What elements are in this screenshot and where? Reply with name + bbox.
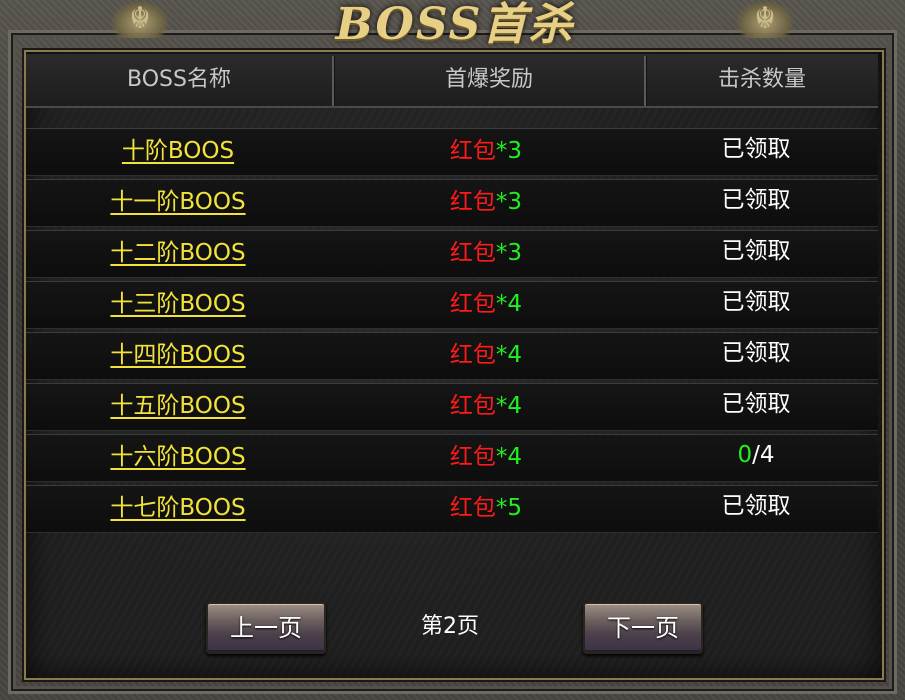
dragon-ornament-right-icon: ☬ bbox=[735, 0, 795, 38]
table-row: 十三阶BOOS 红包*4 已领取 bbox=[26, 281, 878, 329]
reward-item: 红包 bbox=[449, 291, 496, 317]
table-row: 十四阶BOOS 红包*4 已领取 bbox=[26, 332, 878, 380]
claim-status: 已领取 bbox=[721, 289, 791, 315]
reward-cell: 红包*4 bbox=[386, 282, 586, 328]
prev-page-button[interactable]: 上一页 bbox=[206, 602, 326, 654]
reward-item: 红包 bbox=[449, 138, 496, 164]
reward-multiplier: *4 bbox=[495, 291, 523, 317]
table-row: 十一阶BOOS 红包*3 已领取 bbox=[26, 179, 878, 227]
kill-total: /4 bbox=[752, 442, 775, 468]
boss-name-link[interactable]: 十一阶BOOS bbox=[110, 189, 245, 215]
claim-status: 已领取 bbox=[721, 493, 791, 519]
reward-cell: 红包*3 bbox=[386, 231, 586, 277]
table-row: 十五阶BOOS 红包*4 已领取 bbox=[26, 383, 878, 431]
reward-item: 红包 bbox=[449, 240, 496, 266]
reward-item: 红包 bbox=[449, 342, 496, 368]
table-row: 十阶BOOS 红包*3 已领取 bbox=[26, 128, 878, 176]
boss-name-link[interactable]: 十六阶BOOS bbox=[110, 444, 245, 470]
claim-status: 已领取 bbox=[721, 391, 791, 417]
table-row: 十七阶BOOS 红包*5 已领取 bbox=[26, 485, 878, 533]
reward-cell: 红包*4 bbox=[386, 333, 586, 379]
header-boss-name: BOSS名称 bbox=[127, 67, 231, 92]
table-row: 十六阶BOOS 红包*4 0/4 bbox=[26, 434, 878, 482]
kill-progress: 0/4 bbox=[656, 435, 856, 481]
header-first-kill-reward: 首爆奖励 bbox=[444, 67, 533, 92]
page-indicator: 第2页 bbox=[421, 614, 479, 639]
reward-item: 红包 bbox=[449, 495, 496, 521]
reward-multiplier: *4 bbox=[495, 444, 523, 470]
boss-name-link[interactable]: 十三阶BOOS bbox=[110, 291, 245, 317]
claim-status: 已领取 bbox=[721, 187, 791, 213]
kill-current: 0 bbox=[737, 442, 753, 468]
reward-multiplier: *4 bbox=[495, 393, 523, 419]
dragon-ornament-left-icon: ☬ bbox=[110, 0, 170, 38]
reward-multiplier: *5 bbox=[495, 495, 523, 521]
claim-status: 已领取 bbox=[721, 340, 791, 366]
claim-status: 已领取 bbox=[721, 136, 791, 162]
reward-cell: 红包*4 bbox=[386, 384, 586, 430]
table-row: 十二阶BOOS 红包*3 已领取 bbox=[26, 230, 878, 278]
reward-cell: 红包*5 bbox=[386, 486, 586, 532]
boss-name-link[interactable]: 十七阶BOOS bbox=[110, 495, 245, 521]
reward-item: 红包 bbox=[449, 444, 496, 470]
boss-name-link[interactable]: 十四阶BOOS bbox=[110, 342, 245, 368]
window-title: BOSS首杀 bbox=[335, 0, 575, 50]
boss-name-link[interactable]: 十二阶BOOS bbox=[110, 240, 245, 266]
reward-cell: 红包*3 bbox=[386, 180, 586, 226]
boss-name-link[interactable]: 十阶BOOS bbox=[122, 138, 234, 164]
boss-name-link[interactable]: 十五阶BOOS bbox=[110, 393, 245, 419]
reward-multiplier: *3 bbox=[495, 240, 523, 266]
reward-multiplier: *3 bbox=[495, 138, 523, 164]
table-header: BOSS名称 首爆奖励 击杀数量 bbox=[26, 54, 878, 108]
boss-list: 十阶BOOS 红包*3 已领取 十一阶BOOS 红包*3 已领取 十二阶BOOS… bbox=[26, 128, 878, 536]
reward-item: 红包 bbox=[449, 393, 496, 419]
next-page-button[interactable]: 下一页 bbox=[583, 602, 703, 654]
reward-item: 红包 bbox=[449, 189, 496, 215]
claim-status: 已领取 bbox=[721, 238, 791, 264]
reward-multiplier: *3 bbox=[495, 189, 523, 215]
reward-cell: 红包*3 bbox=[386, 129, 586, 175]
reward-multiplier: *4 bbox=[495, 342, 523, 368]
header-kill-count: 击杀数量 bbox=[717, 67, 806, 92]
reward-cell: 红包*4 bbox=[386, 435, 586, 481]
